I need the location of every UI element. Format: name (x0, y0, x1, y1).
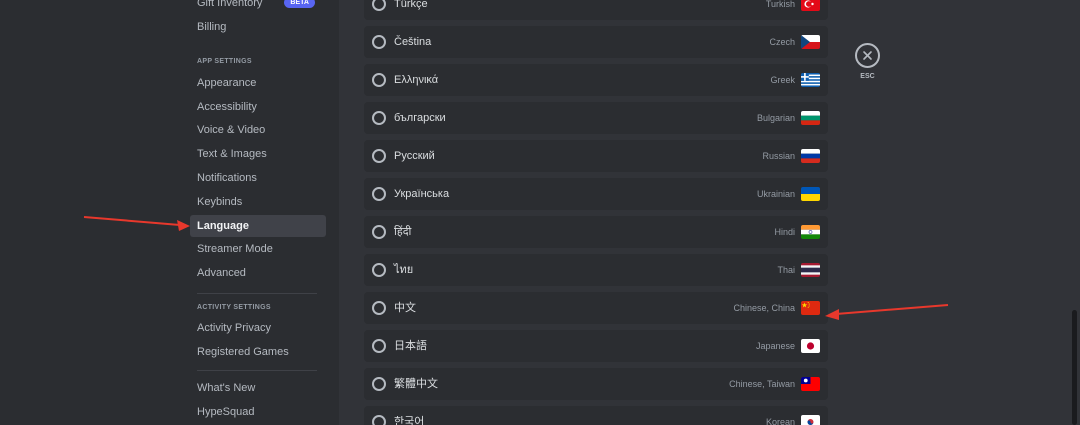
language-english-name: Turkish (765, 0, 795, 9)
annotation-arrow-left-icon (83, 216, 190, 231)
radio-button[interactable] (372, 73, 386, 87)
language-native-name: Čeština (394, 36, 432, 48)
language-native-name: 繁體中文 (394, 378, 438, 390)
language-native-name: 中文 (394, 302, 416, 314)
korea-flag-icon (801, 415, 820, 425)
radio-button[interactable] (372, 377, 386, 391)
sidebar-item-keybinds[interactable]: Keybinds (190, 191, 326, 213)
language-option-japanese[interactable]: 日本語 Japanese (364, 330, 828, 362)
language-english-name: Chinese, Taiwan (729, 379, 795, 389)
turkey-flag-icon (801, 0, 820, 11)
sidebar-item-activity-privacy[interactable]: Activity Privacy (190, 317, 326, 339)
radio-button[interactable] (372, 35, 386, 49)
language-option-czech[interactable]: Čeština Czech (364, 26, 828, 58)
sidebar-item-language[interactable]: Language (190, 215, 326, 237)
language-english-name: Japanese (755, 341, 795, 351)
language-native-name: 한국어 (394, 416, 425, 425)
radio-button[interactable] (372, 225, 386, 239)
radio-button[interactable] (372, 339, 386, 353)
beta-badge: BETA (284, 0, 315, 8)
language-english-name: Chinese, China (733, 303, 795, 313)
sidebar-item-streamer-mode[interactable]: Streamer Mode (190, 238, 326, 260)
language-option-greek[interactable]: Ελληνικά Greek (364, 64, 828, 96)
scrollbar[interactable] (1072, 310, 1077, 425)
language-native-name: Русский (394, 150, 435, 162)
china-flag-icon (801, 301, 820, 315)
app-settings-header: APP SETTINGS (197, 58, 252, 65)
sidebar-item-gift-inventory[interactable]: Gift Inventory BETA (190, 0, 326, 14)
esc-label: ESC (860, 73, 875, 80)
language-english-name: Korean (765, 417, 795, 425)
sidebar-item-billing[interactable]: Billing (190, 16, 326, 38)
language-english-name: Bulgarian (756, 113, 795, 123)
radio-button[interactable] (372, 263, 386, 277)
language-option-ukrainian[interactable]: Українська Ukrainian (364, 178, 828, 210)
sidebar-item-hypesquad[interactable]: HypeSquad (190, 401, 326, 423)
language-english-name: Russian (762, 151, 795, 161)
close-button[interactable] (855, 43, 880, 68)
annotation-arrow-right-icon (825, 304, 949, 320)
language-option-bulgarian[interactable]: български Bulgarian (364, 102, 828, 134)
sidebar-item-text-images[interactable]: Text & Images (190, 143, 326, 165)
radio-button[interactable] (372, 301, 386, 315)
language-native-name: 日本語 (394, 340, 427, 352)
sidebar-divider (197, 370, 317, 371)
india-flag-icon (801, 225, 820, 239)
radio-button[interactable] (372, 111, 386, 125)
greece-flag-icon (801, 73, 820, 87)
sidebar-item-notifications[interactable]: Notifications (190, 167, 326, 189)
language-option-korean[interactable]: 한국어 Korean (364, 406, 828, 425)
sidebar-divider (197, 293, 317, 294)
language-english-name: Ukrainian (756, 189, 795, 199)
activity-settings-header: ACTIVITY SETTINGS (197, 304, 271, 311)
language-option-chinese-taiwan[interactable]: 繁體中文 Chinese, Taiwan (364, 368, 828, 400)
sidebar-item-appearance[interactable]: Appearance (190, 72, 326, 94)
radio-button[interactable] (372, 415, 386, 425)
bulgaria-flag-icon (801, 111, 820, 125)
language-option-hindi[interactable]: हिंदी Hindi (364, 216, 828, 248)
language-option-thai[interactable]: ไทย Thai (364, 254, 828, 286)
language-option-russian[interactable]: Русский Russian (364, 140, 828, 172)
language-native-name: Ελληνικά (394, 74, 439, 86)
czech-flag-icon (801, 35, 820, 49)
language-native-name: Українська (394, 188, 450, 200)
thailand-flag-icon (801, 263, 820, 277)
language-native-name: български (394, 112, 446, 124)
language-english-name: Greek (770, 75, 795, 85)
radio-button[interactable] (372, 0, 386, 11)
japan-flag-icon (801, 339, 820, 353)
sidebar-item-voice-video[interactable]: Voice & Video (190, 119, 326, 141)
radio-button[interactable] (372, 149, 386, 163)
language-english-name: Czech (769, 37, 795, 47)
language-option-chinese-china[interactable]: 中文 Chinese, China (364, 292, 828, 324)
sidebar-item-whats-new[interactable]: What's New (190, 377, 326, 399)
ukraine-flag-icon (801, 187, 820, 201)
language-english-name: Thai (777, 265, 795, 275)
language-native-name: ไทย (394, 264, 414, 276)
close-icon (863, 51, 872, 60)
russia-flag-icon (801, 149, 820, 163)
language-native-name: Türkçe (394, 0, 428, 10)
sidebar-item-accessibility[interactable]: Accessibility (190, 96, 326, 118)
language-english-name: Hindi (774, 227, 795, 237)
sidebar-item-label: Gift Inventory (197, 0, 263, 9)
sidebar-item-advanced[interactable]: Advanced (190, 262, 326, 284)
language-option-turkish[interactable]: Türkçe Turkish (364, 0, 828, 20)
language-native-name: हिंदी (394, 226, 412, 238)
radio-button[interactable] (372, 187, 386, 201)
taiwan-flag-icon (801, 377, 820, 391)
sidebar-item-registered-games[interactable]: Registered Games (190, 341, 326, 363)
